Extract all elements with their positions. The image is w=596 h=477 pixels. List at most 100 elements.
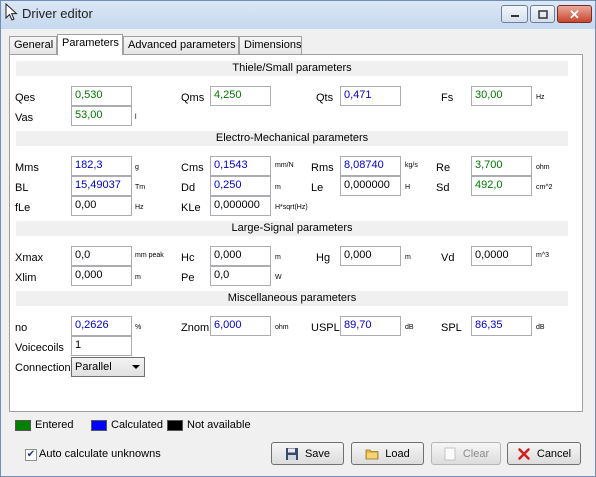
- connection-select[interactable]: Parallel: [71, 357, 145, 377]
- uspl-unit: dB: [405, 324, 414, 331]
- sd-label: Sd: [436, 182, 450, 194]
- hc-input[interactable]: 0,000: [210, 246, 271, 266]
- close-window-button[interactable]: ✕: [557, 5, 592, 23]
- xmax-input[interactable]: 0,0: [71, 246, 132, 266]
- re-input[interactable]: 3,700: [471, 156, 532, 176]
- rms-label: Rms: [311, 162, 334, 174]
- tab-dimensions[interactable]: Dimensions: [239, 36, 302, 54]
- spl-input[interactable]: 86,35: [471, 316, 532, 336]
- cms-unit: mm/N: [275, 162, 294, 169]
- cms-input[interactable]: 0,1543: [210, 156, 271, 176]
- voicecoils-label: Voicecoils: [15, 342, 64, 354]
- cms-label: Cms: [181, 162, 204, 174]
- large-signal-header: Large-Signal parameters: [16, 221, 568, 236]
- vas-unit: l: [135, 114, 137, 121]
- maximize-icon: [537, 9, 548, 19]
- tab-advanced-parameters[interactable]: Advanced parameters: [123, 36, 239, 54]
- mms-input[interactable]: 182,3: [71, 156, 132, 176]
- blank-page-icon: [444, 447, 456, 460]
- sd-input[interactable]: 492,0: [471, 176, 532, 196]
- re-unit: ohm: [536, 164, 550, 171]
- not-available-swatch: [167, 420, 183, 431]
- hg-input[interactable]: 0,000: [340, 246, 401, 266]
- title-bar[interactable]: Driver editor ✕: [1, 1, 595, 29]
- qes-input[interactable]: 0,530: [71, 86, 132, 106]
- fs-unit: Hz: [536, 94, 545, 101]
- mms-unit: g: [135, 164, 139, 171]
- minimize-icon: [510, 15, 519, 17]
- fle-unit: Hz: [135, 204, 144, 211]
- vd-label: Vd: [441, 252, 455, 264]
- le-input[interactable]: 0,000000: [340, 176, 401, 196]
- mms-label: Mms: [15, 162, 39, 174]
- fle-input[interactable]: 0,00: [71, 196, 132, 216]
- xmax-label: Xmax: [15, 252, 44, 264]
- vd-unit: m^3: [536, 252, 550, 259]
- clear-button[interactable]: Clear: [431, 442, 501, 465]
- xlim-label: Xlim: [15, 272, 37, 284]
- minimize-button[interactable]: [501, 5, 528, 23]
- xlim-input[interactable]: 0,000: [71, 266, 132, 286]
- folder-icon: [365, 449, 379, 459]
- kle-input[interactable]: 0,000000: [210, 196, 271, 216]
- re-label: Re: [436, 162, 451, 174]
- auto-calculate-label: Auto calculate unknowns: [39, 448, 161, 460]
- dd-unit: m: [275, 184, 281, 191]
- auto-calculate-checkbox[interactable]: ✔: [25, 449, 37, 461]
- vd-input[interactable]: 0,0000: [471, 246, 532, 266]
- rms-input[interactable]: 8,08740: [340, 156, 401, 176]
- uspl-input[interactable]: 89,70: [340, 316, 401, 336]
- sd-unit: cm^2: [536, 184, 553, 191]
- znom-input[interactable]: 6,000: [210, 316, 271, 336]
- load-button[interactable]: Load: [351, 442, 424, 465]
- xmax-unit: mm peak: [135, 252, 164, 259]
- qts-input[interactable]: 0,471: [340, 86, 401, 106]
- no-input[interactable]: 0,2626: [71, 316, 132, 336]
- bl-label: BL: [15, 182, 29, 194]
- bl-unit: Tm: [135, 184, 146, 191]
- znom-label: Znom: [181, 322, 210, 334]
- no-label: no: [15, 322, 28, 334]
- close-icon: ✕: [569, 6, 580, 22]
- not-available-legend-label: Not available: [187, 419, 251, 431]
- qms-label: Qms: [181, 92, 205, 104]
- dd-input[interactable]: 0,250: [210, 176, 271, 196]
- fs-input[interactable]: 30,00: [471, 86, 532, 106]
- driver-editor-window: Driver editor ✕ General Parameters Advan…: [0, 0, 596, 477]
- dd-label: Dd: [181, 182, 196, 194]
- fs-label: Fs: [441, 92, 454, 104]
- kle-unit: H*sqrt(Hz): [275, 204, 308, 211]
- le-unit: H: [405, 184, 411, 191]
- qms-input[interactable]: 4,250: [210, 86, 271, 106]
- cancel-label: Cancel: [536, 447, 572, 460]
- maximize-button[interactable]: [530, 5, 555, 23]
- load-label: Load: [385, 447, 410, 460]
- spl-label: SPL: [441, 322, 462, 334]
- save-button[interactable]: Save: [271, 442, 344, 465]
- pe-unit: W: [275, 274, 282, 281]
- pe-input[interactable]: 0,0: [210, 266, 271, 286]
- window-title: Driver editor: [22, 6, 93, 21]
- tab-general[interactable]: General: [9, 36, 57, 54]
- xlim-unit: m: [135, 274, 141, 281]
- qts-label: Qts: [316, 92, 334, 104]
- tab-parameters[interactable]: Parameters: [57, 34, 123, 55]
- cursor-app-icon: [5, 3, 18, 21]
- clear-label: Clear: [462, 447, 490, 460]
- entered-swatch: [15, 420, 31, 431]
- rms-unit: kg/s: [405, 162, 418, 169]
- vas-input[interactable]: 53,00: [71, 106, 132, 126]
- save-label: Save: [304, 447, 331, 460]
- kle-label: KLe: [181, 202, 201, 214]
- uspl-label: USPL: [311, 322, 340, 334]
- calculated-swatch: [91, 420, 107, 431]
- hg-label: Hg: [316, 252, 331, 264]
- voicecoils-input[interactable]: 1: [71, 336, 132, 356]
- floppy-disk-icon: [285, 447, 298, 460]
- znom-unit: ohm: [275, 324, 289, 331]
- le-label: Le: [311, 182, 324, 194]
- bl-input[interactable]: 15,49037: [71, 176, 132, 196]
- cancel-button[interactable]: Cancel: [507, 442, 581, 465]
- parameters-panel: Thiele/Small parameters Qes 0,530 Qms 4,…: [9, 54, 583, 412]
- red-x-icon: [518, 447, 530, 460]
